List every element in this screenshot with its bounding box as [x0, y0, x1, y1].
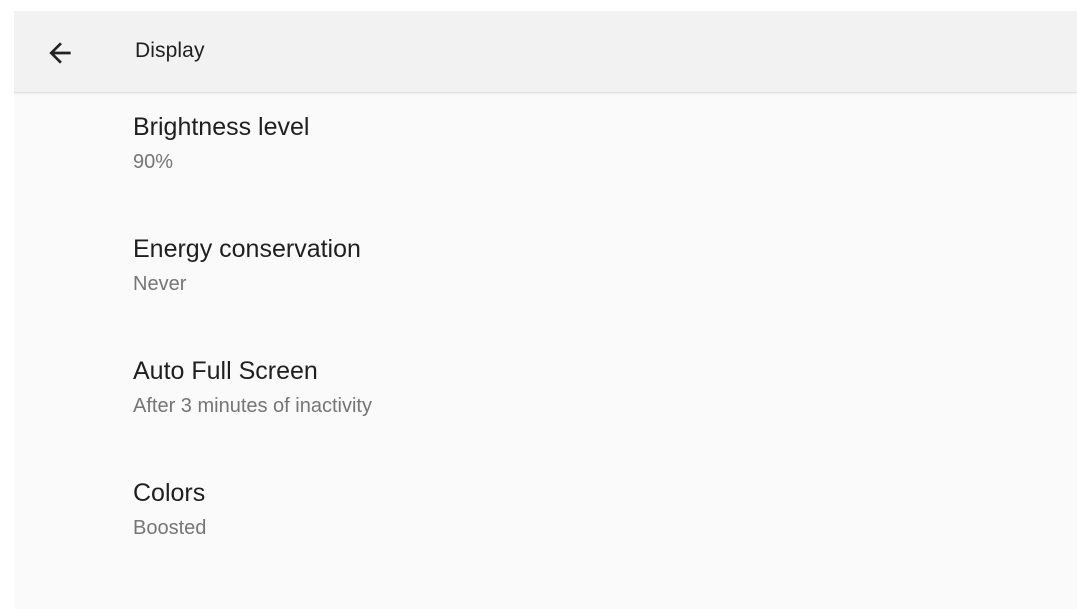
setting-title: Colors: [133, 479, 206, 507]
setting-title: Energy conservation: [133, 235, 361, 263]
setting-brightness-level[interactable]: Brightness level 90%: [14, 93, 1077, 215]
page-title: Display: [135, 39, 205, 62]
setting-value: Never: [133, 273, 187, 295]
setting-value: After 3 minutes of inactivity: [133, 395, 372, 417]
setting-colors[interactable]: Colors Boosted: [14, 459, 1077, 581]
back-button[interactable]: [38, 31, 82, 75]
arrow-back-icon: [49, 42, 71, 64]
setting-title: Auto Full Screen: [133, 357, 318, 385]
display-settings-screen: Display Brightness level 90% Energy cons…: [14, 11, 1077, 609]
setting-value: Boosted: [133, 517, 207, 539]
setting-title: Brightness level: [133, 113, 310, 141]
setting-auto-full-screen[interactable]: Auto Full Screen After 3 minutes of inac…: [14, 337, 1077, 459]
setting-energy-conservation[interactable]: Energy conservation Never: [14, 215, 1077, 337]
settings-list: Brightness level 90% Energy conservation…: [14, 93, 1077, 581]
app-bar: Display: [14, 11, 1077, 93]
setting-value: 90%: [133, 151, 174, 173]
